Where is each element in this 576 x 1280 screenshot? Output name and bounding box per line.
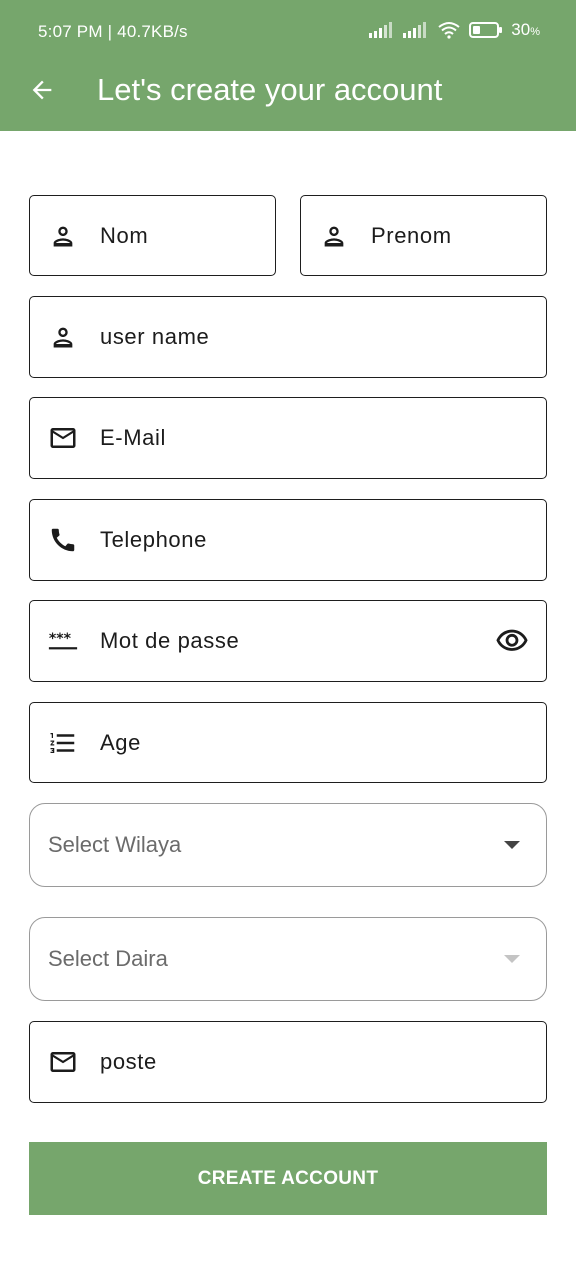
dropdown-arrow-icon bbox=[504, 955, 520, 963]
telephone-label: Telephone bbox=[100, 527, 207, 552]
app-bar: 5:07 PM | 40.7KB/s 30% Let's create your… bbox=[0, 0, 576, 131]
toolbar: Let's create your account bbox=[0, 62, 576, 118]
email-field[interactable]: E-Mail bbox=[29, 397, 547, 479]
wilaya-placeholder: Select Wilaya bbox=[48, 832, 182, 857]
mail-icon bbox=[48, 423, 78, 453]
nom-label: Nom bbox=[100, 222, 149, 248]
email-label: E-Mail bbox=[100, 425, 166, 450]
prenom-label: Prenom bbox=[371, 222, 452, 248]
wifi-icon bbox=[438, 22, 460, 39]
username-field[interactable]: user name bbox=[29, 296, 547, 378]
battery-level: 30% bbox=[511, 20, 540, 39]
status-icons: 30% bbox=[369, 20, 540, 40]
poste-label: poste bbox=[100, 1049, 157, 1074]
daira-select[interactable]: Select Daira bbox=[29, 917, 547, 1001]
eye-icon[interactable] bbox=[494, 626, 530, 656]
signal-icon bbox=[403, 22, 427, 38]
wilaya-select[interactable]: Select Wilaya bbox=[29, 803, 547, 887]
person-icon bbox=[48, 221, 78, 251]
status-time: 5:07 PM | 40.7KB/s bbox=[38, 22, 188, 41]
phone-icon bbox=[48, 525, 78, 555]
person-icon bbox=[48, 322, 78, 352]
numbered-list-icon bbox=[48, 728, 78, 758]
prenom-field[interactable]: Prenom bbox=[300, 195, 547, 276]
age-label: Age bbox=[100, 729, 141, 755]
username-label: user name bbox=[100, 324, 210, 349]
age-field[interactable]: Age bbox=[29, 702, 547, 783]
battery-icon bbox=[469, 22, 503, 38]
dropdown-arrow-icon bbox=[504, 841, 520, 849]
svg-text:***: *** bbox=[49, 631, 72, 647]
person-icon bbox=[319, 221, 349, 251]
password-icon: *** bbox=[48, 626, 78, 656]
telephone-field[interactable]: Telephone bbox=[29, 499, 547, 581]
status-bar: 5:07 PM | 40.7KB/s 30% bbox=[0, 14, 576, 50]
password-field[interactable]: *** Mot de passe bbox=[29, 600, 547, 682]
back-button[interactable] bbox=[22, 70, 62, 110]
signal-icon bbox=[369, 22, 393, 38]
poste-field[interactable]: poste bbox=[29, 1021, 547, 1103]
password-label: Mot de passe bbox=[100, 628, 240, 653]
page-title: Let's create your account bbox=[97, 72, 443, 107]
nom-field[interactable]: Nom bbox=[29, 195, 276, 276]
daira-placeholder: Select Daira bbox=[48, 946, 168, 971]
create-account-button[interactable]: CREATE ACCOUNT bbox=[29, 1142, 547, 1215]
mail-icon bbox=[48, 1047, 78, 1077]
arrow-back-icon bbox=[32, 80, 52, 100]
